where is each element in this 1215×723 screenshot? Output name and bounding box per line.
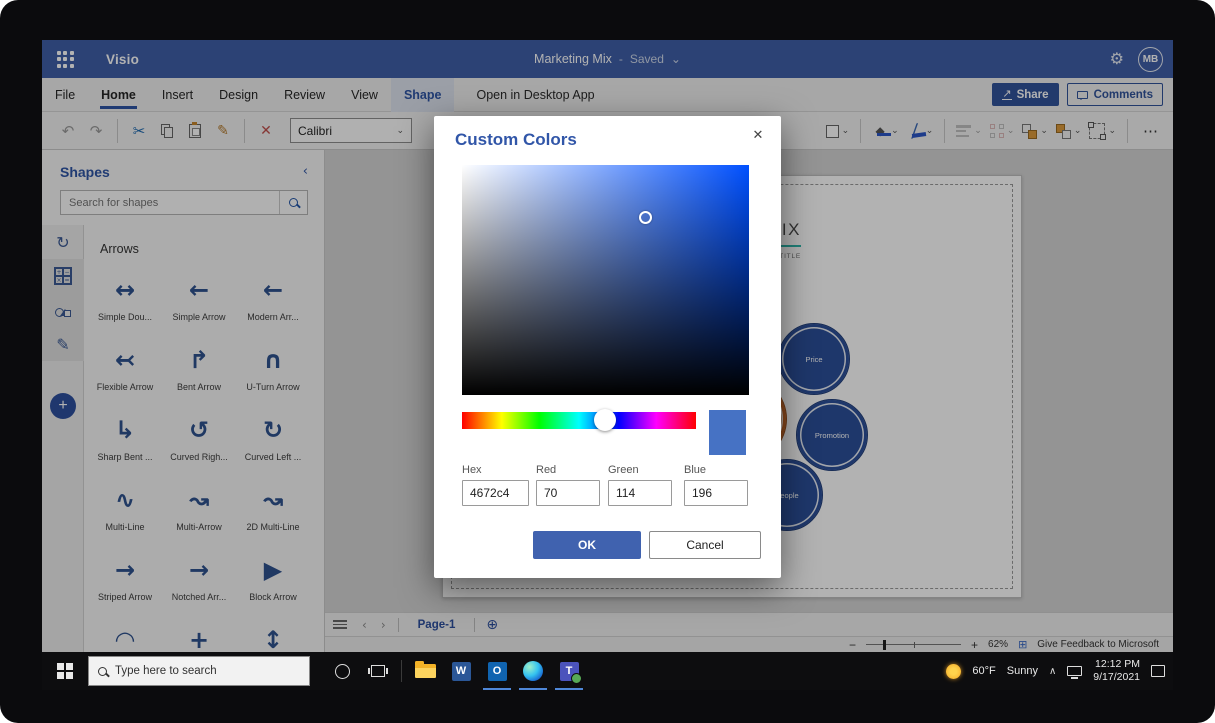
dialog-title: Custom Colors: [455, 130, 577, 150]
taskbar-search-placeholder: Type here to search: [115, 665, 217, 677]
custom-colors-dialog: Custom Colors ✕ Hex Red Green Blu: [434, 116, 781, 578]
taskbar-search-box[interactable]: Type here to search: [88, 656, 310, 686]
clock-time: 12:12 PM: [1095, 658, 1140, 670]
taskbar-clock[interactable]: 12:12 PM 9/17/2021: [1093, 658, 1140, 684]
action-center-icon[interactable]: [1151, 665, 1165, 677]
blue-label: Blue: [684, 464, 748, 476]
red-field: Red: [536, 464, 600, 506]
teams-button[interactable]: T: [551, 652, 587, 690]
visio-app-window: Visio Marketing Mix - Saved ⌄ ⚙ MB File …: [42, 40, 1173, 690]
tray-chevron-icon[interactable]: ∧: [1049, 666, 1056, 677]
windows-logo-icon: [57, 663, 73, 679]
clock-date: 9/17/2021: [1093, 671, 1140, 683]
edge-icon: [523, 661, 543, 681]
edge-button[interactable]: [515, 652, 551, 690]
outlook-button[interactable]: O: [479, 652, 515, 690]
red-input[interactable]: [536, 480, 600, 506]
red-label: Red: [536, 464, 600, 476]
blue-field: Blue: [684, 464, 748, 506]
green-input[interactable]: [608, 480, 672, 506]
hex-field: Hex: [462, 464, 529, 506]
task-view-icon: [371, 665, 385, 677]
hue-slider-thumb[interactable]: [594, 409, 616, 431]
weather-temp[interactable]: 60°F: [972, 665, 995, 677]
hue-slider[interactable]: [462, 412, 696, 429]
taskbar-tray: 60°F Sunny ∧ 12:12 PM 9/17/2021: [946, 652, 1165, 690]
file-explorer-button[interactable]: [407, 652, 443, 690]
cortana-button[interactable]: [324, 652, 360, 690]
cancel-button[interactable]: Cancel: [649, 531, 761, 559]
teams-icon: T: [560, 662, 579, 681]
ok-button[interactable]: OK: [533, 531, 641, 559]
task-view-button[interactable]: [360, 652, 396, 690]
color-gradient-picker[interactable]: [462, 165, 749, 395]
windows-taskbar: Type here to search W O T 60°F Sunny ∧ 1…: [42, 652, 1173, 690]
search-icon: [98, 667, 107, 676]
word-icon: W: [452, 662, 471, 681]
folder-icon: [415, 664, 436, 678]
start-button[interactable]: [42, 652, 88, 690]
outlook-icon: O: [488, 662, 507, 681]
green-field: Green: [608, 464, 672, 506]
color-preview-swatch: [709, 410, 746, 455]
green-label: Green: [608, 464, 672, 476]
network-icon[interactable]: [1067, 666, 1082, 676]
hex-input[interactable]: [462, 480, 529, 506]
close-icon[interactable]: ✕: [747, 124, 769, 146]
weather-sun-icon[interactable]: [946, 664, 961, 679]
color-picker-marker[interactable]: [639, 211, 652, 224]
weather-condition[interactable]: Sunny: [1007, 665, 1038, 677]
hex-label: Hex: [462, 464, 529, 476]
taskbar-separator: [401, 660, 402, 682]
cortana-icon: [335, 664, 350, 679]
word-button[interactable]: W: [443, 652, 479, 690]
blue-input[interactable]: [684, 480, 748, 506]
desktop-screenshot: Visio Marketing Mix - Saved ⌄ ⚙ MB File …: [0, 0, 1215, 723]
